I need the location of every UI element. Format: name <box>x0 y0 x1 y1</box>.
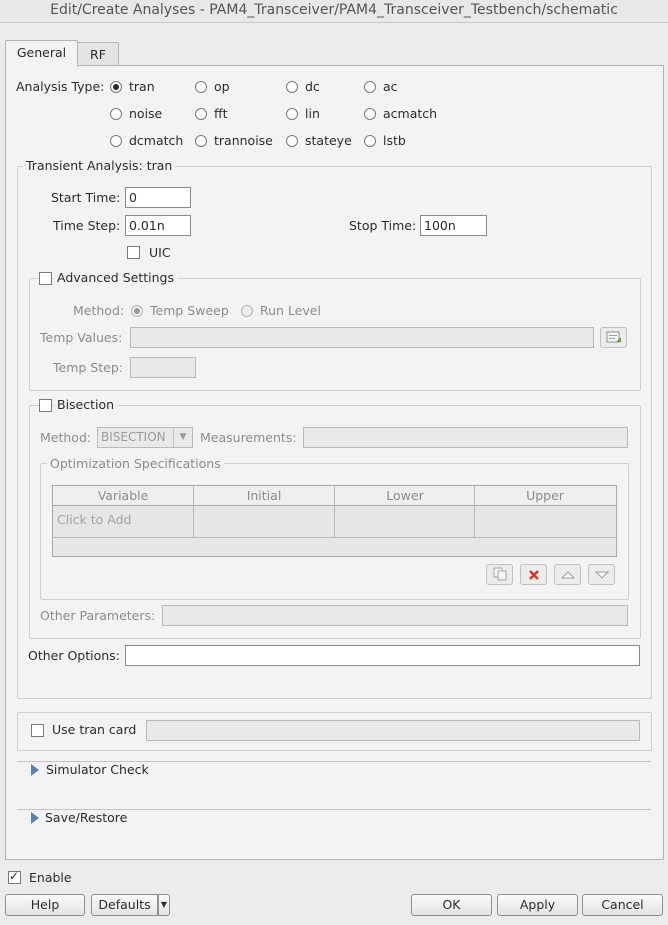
cancel-button[interactable]: Cancel <box>582 894 663 916</box>
other-parameters-label: Other Parameters: <box>40 608 156 623</box>
bisection-checkbox[interactable] <box>39 399 52 412</box>
radio-temp-sweep[interactable] <box>131 305 143 317</box>
simulator-check-section[interactable]: Simulator Check <box>46 762 149 778</box>
radio-fft-label[interactable]: fft <box>214 106 228 122</box>
other-parameters-input[interactable] <box>162 605 628 626</box>
defaults-menu-button[interactable]: ▼ <box>158 894 170 916</box>
enable-label[interactable]: Enable <box>29 870 72 886</box>
column-header-upper: Upper <box>526 488 564 503</box>
radio-op-label[interactable]: op <box>214 79 230 95</box>
tab-rf[interactable]: RF <box>77 42 119 66</box>
radio-stateye-label[interactable]: stateye <box>305 133 352 149</box>
radio-lstb-label[interactable]: lstb <box>383 133 406 149</box>
time-step-label: Time Step: <box>53 218 121 233</box>
chevron-down-icon: ▼ <box>173 428 192 447</box>
stop-time-input[interactable]: 100n <box>420 215 487 236</box>
radio-run-level-label[interactable]: Run Level <box>260 303 321 319</box>
adv-method-label: Method: <box>73 303 125 318</box>
optimization-table[interactable]: Variable Initial Lower Upper Click to Ad… <box>52 485 617 557</box>
radio-lin[interactable] <box>286 108 298 120</box>
file-browse-button[interactable] <box>600 327 627 348</box>
radio-temp-sweep-label[interactable]: Temp Sweep <box>150 303 229 319</box>
bisection-method-label: Method: <box>40 430 92 445</box>
start-time-input[interactable]: 0 <box>125 187 191 208</box>
file-browse-icon <box>606 331 621 343</box>
window-title: Edit/Create Analyses - PAM4_Transceiver/… <box>50 2 618 18</box>
save-restore-section[interactable]: Save/Restore <box>45 810 127 826</box>
defaults-button[interactable]: Defaults <box>91 894 158 916</box>
radio-dc[interactable] <box>286 81 298 93</box>
copy-row-button[interactable] <box>486 564 513 585</box>
radio-trannoise-label[interactable]: trannoise <box>214 133 273 149</box>
radio-lstb[interactable] <box>364 135 376 147</box>
chevron-down-icon: ▼ <box>160 900 168 909</box>
radio-acmatch-label[interactable]: acmatch <box>383 106 437 122</box>
radio-noise-label[interactable]: noise <box>129 106 162 122</box>
transient-group-title: Transient Analysis: tran <box>23 158 176 174</box>
arrow-down-icon <box>594 571 609 579</box>
radio-stateye[interactable] <box>286 135 298 147</box>
temp-step-label: Temp Step: <box>53 360 123 375</box>
column-header-initial: Initial <box>246 488 282 503</box>
other-options-input[interactable] <box>125 645 640 666</box>
start-time-label: Start Time: <box>51 190 121 205</box>
radio-fft[interactable] <box>195 108 207 120</box>
temp-step-input[interactable] <box>130 357 196 378</box>
radio-op[interactable] <box>195 81 207 93</box>
apply-button[interactable]: Apply <box>497 894 578 916</box>
radio-dcmatch[interactable] <box>110 135 122 147</box>
bisection-label[interactable]: Bisection <box>54 397 118 413</box>
measurements-input[interactable] <box>303 427 628 448</box>
delete-row-button[interactable] <box>520 564 547 585</box>
copy-icon <box>493 567 506 581</box>
radio-noise[interactable] <box>110 108 122 120</box>
click-to-add-cell[interactable]: Click to Add <box>57 512 131 528</box>
measurements-label: Measurements: <box>200 430 297 445</box>
radio-run-level[interactable] <box>241 305 253 317</box>
other-options-label: Other Options: <box>28 648 120 663</box>
tab-rf-label: RF <box>90 47 106 62</box>
bisection-method-value: BISECTION <box>101 430 166 444</box>
stop-time-label: Stop Time: <box>349 218 417 233</box>
column-header-lower: Lower <box>386 488 424 503</box>
tran-card-input[interactable] <box>146 720 640 741</box>
bisection-method-select[interactable]: BISECTION ▼ <box>97 427 193 448</box>
temp-values-input[interactable] <box>130 327 594 348</box>
move-down-button[interactable] <box>588 564 615 585</box>
arrow-up-icon <box>560 571 575 579</box>
help-button[interactable]: Help <box>5 894 85 916</box>
use-tran-card-checkbox[interactable] <box>31 724 44 737</box>
uic-checkbox[interactable] <box>127 246 140 259</box>
uic-label[interactable]: UIC <box>149 245 171 261</box>
radio-dc-label[interactable]: dc <box>305 79 320 95</box>
radio-acmatch[interactable] <box>364 108 376 120</box>
delete-icon <box>528 570 539 580</box>
advanced-settings-checkbox[interactable] <box>39 272 52 285</box>
advanced-settings-label[interactable]: Advanced Settings <box>54 270 177 286</box>
expand-triangle-icon[interactable] <box>31 764 39 776</box>
tab-general-label: General <box>16 45 67 60</box>
radio-tran-label[interactable]: tran <box>129 79 155 95</box>
radio-ac[interactable] <box>364 81 376 93</box>
time-step-input[interactable]: 0.01n <box>125 215 191 236</box>
window-titlebar: Edit/Create Analyses - PAM4_Transceiver/… <box>0 0 668 23</box>
optimization-specs-title: Optimization Specifications <box>47 456 224 472</box>
radio-tran[interactable] <box>110 81 122 93</box>
enable-checkbox[interactable] <box>8 869 21 884</box>
radio-lin-label[interactable]: lin <box>305 106 320 122</box>
use-tran-card-label[interactable]: Use tran card <box>52 722 136 738</box>
expand-triangle-icon[interactable] <box>31 812 39 824</box>
temp-values-label: Temp Values: <box>40 330 123 345</box>
radio-trannoise[interactable] <box>195 135 207 147</box>
tab-general[interactable]: General <box>5 40 78 67</box>
ok-button[interactable]: OK <box>411 894 492 916</box>
radio-dcmatch-label[interactable]: dcmatch <box>129 133 183 149</box>
move-up-button[interactable] <box>554 564 581 585</box>
analysis-type-label: Analysis Type: <box>16 79 105 94</box>
row-divider <box>53 537 616 538</box>
column-header-variable: Variable <box>97 488 149 503</box>
radio-ac-label[interactable]: ac <box>383 79 398 95</box>
